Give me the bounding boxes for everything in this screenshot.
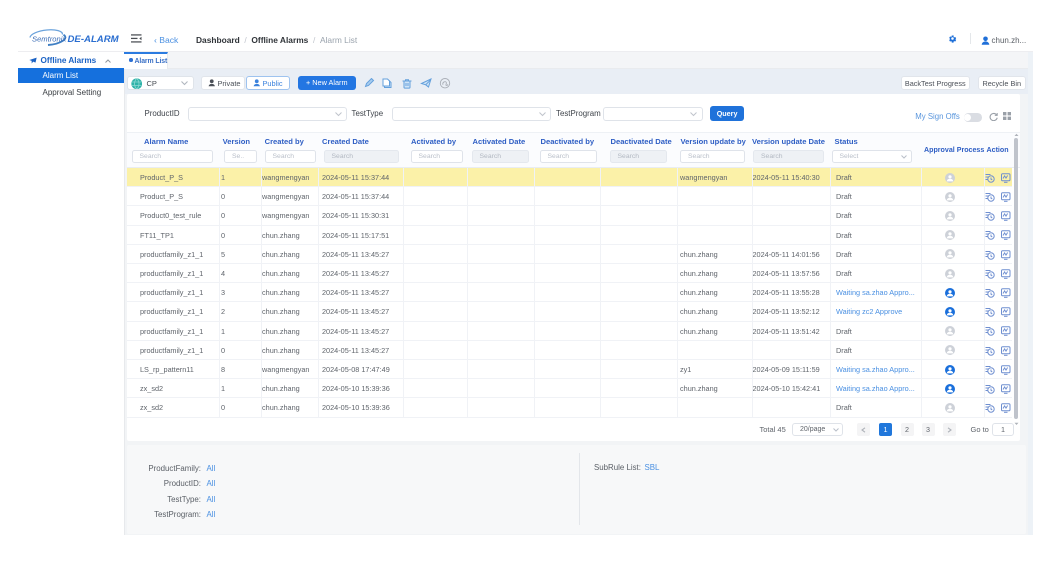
svg-text:DE-ALARM: DE-ALARM xyxy=(68,34,120,45)
svg-text:Semtronix: Semtronix xyxy=(32,35,67,44)
